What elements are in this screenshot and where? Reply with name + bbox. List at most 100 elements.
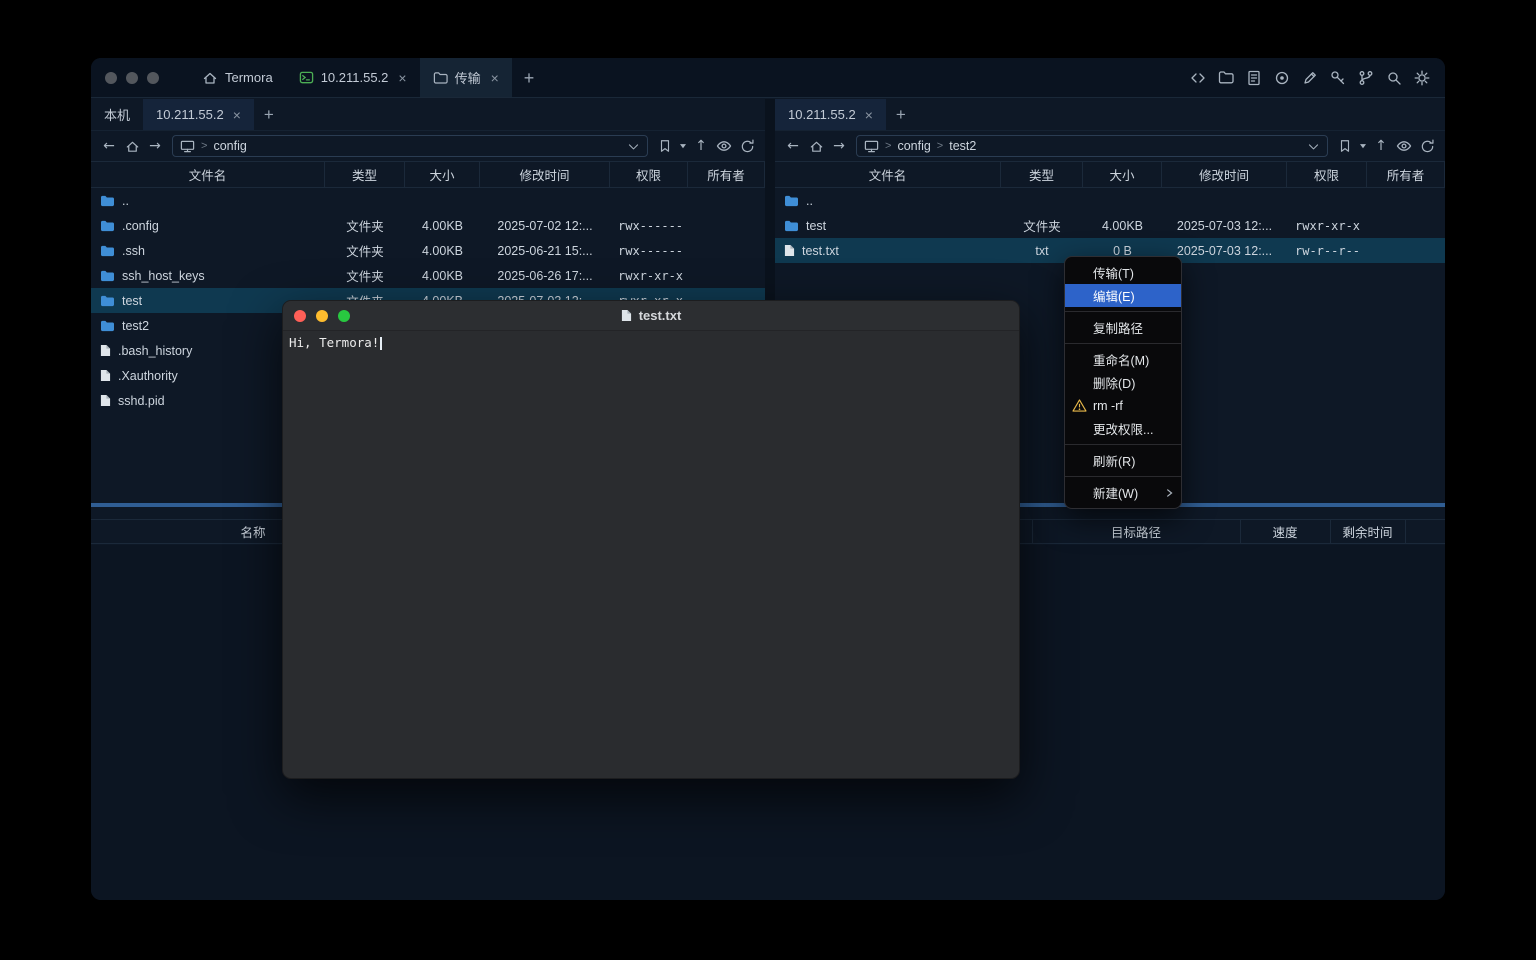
forward-icon: → bbox=[833, 138, 845, 154]
tab-termora[interactable]: Termora bbox=[189, 58, 286, 97]
column-header-modified[interactable]: 修改时间 bbox=[1162, 162, 1287, 187]
minimize-button[interactable] bbox=[316, 310, 328, 322]
breadcrumb-segment[interactable]: config bbox=[897, 139, 930, 153]
column-header-type[interactable]: 类型 bbox=[325, 162, 405, 187]
file-icon bbox=[784, 244, 795, 257]
column-header-name[interactable]: 文件名 bbox=[775, 162, 1001, 187]
upload-button[interactable]: ↑ bbox=[1370, 135, 1392, 157]
menu-item-edit[interactable]: 编辑(E) bbox=[1065, 284, 1181, 307]
forward-button[interactable]: → bbox=[828, 135, 850, 157]
folder-icon bbox=[100, 294, 115, 307]
home-button[interactable] bbox=[121, 135, 143, 157]
tab-remote-host[interactable]: 10.211.55.2 × bbox=[775, 99, 886, 130]
tab-host-session[interactable]: 10.211.55.2 × bbox=[286, 58, 420, 97]
file-row[interactable]: .config 文件夹 4.00KB 2025-07-02 12:... rwx… bbox=[91, 213, 765, 238]
up-arrow-icon: ↑ bbox=[1375, 138, 1387, 154]
window-minimize-button[interactable] bbox=[126, 72, 138, 84]
file-name: .. bbox=[806, 194, 813, 208]
code-button[interactable] bbox=[1186, 66, 1209, 89]
transfer-column-target: 目标路径 bbox=[1032, 520, 1240, 543]
desktop: { "app": { "titlebar": { "tabs": [ {"lab… bbox=[0, 0, 1536, 960]
column-header-size[interactable]: 大小 bbox=[405, 162, 480, 187]
bookmark-button[interactable] bbox=[1334, 135, 1356, 157]
window-zoom-button[interactable] bbox=[147, 72, 159, 84]
forward-button[interactable]: → bbox=[144, 135, 166, 157]
menu-item-label: 新建(W) bbox=[1093, 483, 1138, 502]
column-header-owner[interactable]: 所有者 bbox=[688, 162, 765, 187]
column-header-type[interactable]: 类型 bbox=[1001, 162, 1083, 187]
eye-icon bbox=[716, 138, 732, 154]
bookmark-button[interactable] bbox=[654, 135, 676, 157]
column-header-owner[interactable]: 所有者 bbox=[1367, 162, 1445, 187]
file-row[interactable]: ssh_host_keys 文件夹 4.00KB 2025-06-26 17:.… bbox=[91, 263, 765, 288]
folder-button[interactable] bbox=[1214, 66, 1237, 89]
tab-label: Termora bbox=[225, 70, 273, 85]
new-tab-button[interactable]: + bbox=[512, 58, 547, 97]
column-divider bbox=[1032, 520, 1033, 543]
show-hidden-button[interactable] bbox=[713, 135, 735, 157]
column-header-name[interactable]: 文件名 bbox=[91, 162, 325, 187]
left-new-tab-button[interactable]: + bbox=[254, 99, 284, 130]
report-button[interactable] bbox=[1242, 66, 1265, 89]
show-hidden-button[interactable] bbox=[1393, 135, 1415, 157]
pencil-icon bbox=[1302, 70, 1318, 86]
transfer-column-speed: 速度 bbox=[1240, 520, 1330, 543]
menu-item-new[interactable]: 新建(W) bbox=[1065, 481, 1181, 504]
file-row[interactable]: .ssh 文件夹 4.00KB 2025-06-21 15:... rwx---… bbox=[91, 238, 765, 263]
tab-remote-host[interactable]: 10.211.55.2 × bbox=[143, 99, 254, 130]
menu-item-copy-path[interactable]: 复制路径 bbox=[1065, 316, 1181, 339]
menu-item-transfer[interactable]: 传输(T) bbox=[1065, 261, 1181, 284]
breadcrumb-separator: > bbox=[937, 140, 943, 152]
editor-content[interactable]: Hi, Termora! bbox=[283, 331, 1019, 354]
zoom-button[interactable] bbox=[338, 310, 350, 322]
editor-titlebar[interactable]: test.txt bbox=[283, 301, 1019, 331]
column-header-modified[interactable]: 修改时间 bbox=[480, 162, 610, 187]
breadcrumb-segment[interactable]: config bbox=[213, 139, 246, 153]
menu-item-refresh[interactable]: 刷新(R) bbox=[1065, 449, 1181, 472]
breadcrumb-separator: > bbox=[201, 140, 207, 152]
menu-item-rm-rf[interactable]: rm -rf bbox=[1065, 394, 1181, 417]
upload-button[interactable]: ↑ bbox=[690, 135, 712, 157]
tab-local[interactable]: 本机 bbox=[91, 99, 143, 130]
menu-separator bbox=[1065, 311, 1181, 312]
file-row[interactable]: .. bbox=[91, 188, 765, 213]
column-header-size[interactable]: 大小 bbox=[1083, 162, 1162, 187]
path-bar[interactable]: > config bbox=[172, 135, 648, 157]
chevron-down-icon[interactable] bbox=[1307, 140, 1320, 153]
chevron-down-icon[interactable] bbox=[627, 140, 640, 153]
record-button[interactable] bbox=[1270, 66, 1293, 89]
home-button[interactable] bbox=[805, 135, 827, 157]
close-icon[interactable]: × bbox=[233, 107, 241, 123]
refresh-button[interactable] bbox=[736, 135, 758, 157]
folder-icon bbox=[784, 194, 799, 207]
right-new-tab-button[interactable]: + bbox=[886, 99, 916, 130]
path-bar[interactable]: > config > test2 bbox=[856, 135, 1328, 157]
settings-button[interactable] bbox=[1410, 66, 1433, 89]
key-button[interactable] bbox=[1326, 66, 1349, 89]
file-row[interactable]: .. bbox=[775, 188, 1445, 213]
search-button[interactable] bbox=[1382, 66, 1405, 89]
close-icon[interactable]: × bbox=[865, 107, 873, 123]
close-icon[interactable]: × bbox=[491, 70, 499, 86]
editor-title: test.txt bbox=[639, 308, 682, 323]
window-close-button[interactable] bbox=[105, 72, 117, 84]
column-header-permissions[interactable]: 权限 bbox=[610, 162, 688, 187]
branch-icon bbox=[1358, 70, 1374, 86]
menu-item-change-permissions[interactable]: 更改权限... bbox=[1065, 417, 1181, 440]
file-row[interactable]: test 文件夹 4.00KB 2025-07-03 12:... rwxr-x… bbox=[775, 213, 1445, 238]
close-button[interactable] bbox=[294, 310, 306, 322]
back-button[interactable]: ← bbox=[782, 135, 804, 157]
tab-transfer[interactable]: 传输 × bbox=[420, 58, 512, 97]
pencil-button[interactable] bbox=[1298, 66, 1321, 89]
back-button[interactable]: ← bbox=[98, 135, 120, 157]
bookmark-dropdown-button[interactable] bbox=[677, 135, 689, 157]
close-icon[interactable]: × bbox=[398, 70, 406, 86]
branch-button[interactable] bbox=[1354, 66, 1377, 89]
bookmark-dropdown-button[interactable] bbox=[1357, 135, 1369, 157]
breadcrumb-segment[interactable]: test2 bbox=[949, 139, 976, 153]
menu-item-delete[interactable]: 删除(D) bbox=[1065, 371, 1181, 394]
warning-icon bbox=[1071, 399, 1088, 412]
column-header-permissions[interactable]: 权限 bbox=[1287, 162, 1367, 187]
menu-item-rename[interactable]: 重命名(M) bbox=[1065, 348, 1181, 371]
refresh-button[interactable] bbox=[1416, 135, 1438, 157]
